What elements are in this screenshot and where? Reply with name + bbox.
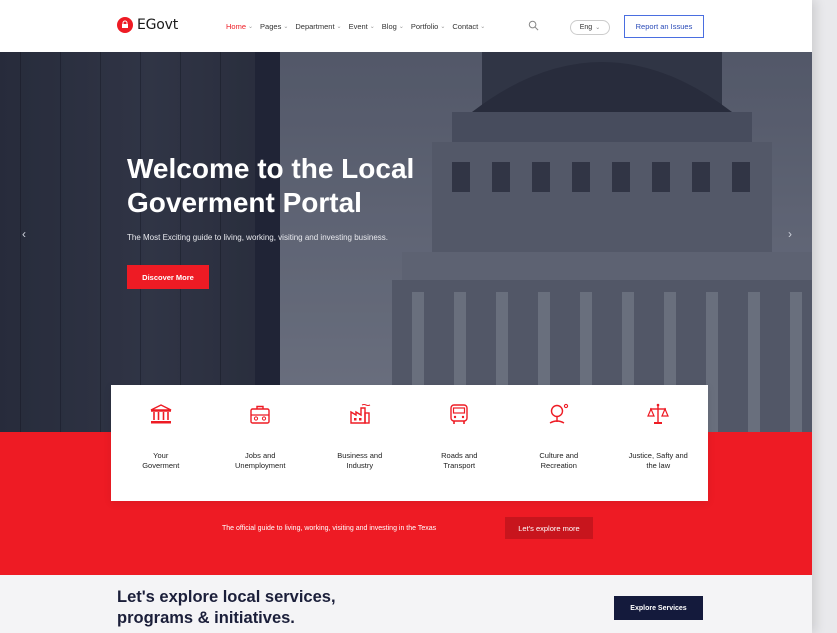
- nav-item-contact[interactable]: Contact ⌄: [452, 22, 485, 31]
- logo[interactable]: EGovt: [117, 17, 178, 33]
- chevron-down-icon: ⌄: [595, 25, 601, 31]
- main-nav: Home ⌄ Pages ⌄ Department ⌄ Event ⌄ Blog ⌄ Po…: [226, 22, 485, 31]
- justice-scale-icon: [647, 403, 670, 424]
- service-label-line: Culture and: [539, 451, 579, 460]
- nav-item-home[interactable]: Home ⌄: [226, 22, 253, 31]
- chevron-left-icon[interactable]: ‹: [22, 227, 26, 241]
- section-title-line: programs & initiatives.: [117, 609, 295, 627]
- service-item-culture[interactable]: Culture and Recreation: [509, 385, 609, 501]
- nav-item-pages[interactable]: Pages ⌄: [260, 22, 288, 31]
- nav-item-event[interactable]: Event ⌄: [349, 22, 375, 31]
- discover-more-button[interactable]: Discover More: [127, 265, 209, 289]
- factory-icon: [350, 404, 370, 424]
- hero-title-line: Welcome to the Local: [127, 153, 415, 184]
- logo-icon: [117, 17, 133, 33]
- section-title: Let's explore local services, programs &…: [117, 587, 377, 629]
- explore-more-button[interactable]: Let's explore more: [505, 517, 593, 539]
- hero-overlay: [0, 52, 812, 432]
- nav-item-department[interactable]: Department ⌄: [295, 22, 341, 31]
- service-item-government[interactable]: Your Goverment: [111, 385, 211, 501]
- chevron-down-icon: ⌄: [369, 24, 375, 30]
- bus-icon: [450, 404, 468, 424]
- service-label: Roads and Transport: [419, 451, 499, 471]
- explore-services-button[interactable]: Explore Services: [614, 596, 703, 620]
- service-label-line: Roads and: [441, 451, 478, 460]
- chevron-down-icon: ⌄: [248, 24, 254, 30]
- service-label-line: Your: [153, 451, 169, 460]
- service-label-line: Goverment: [142, 461, 180, 470]
- service-label-line: Jobs and: [245, 451, 276, 460]
- chevron-down-icon: ⌄: [440, 24, 446, 30]
- briefcase-icon: [250, 405, 270, 424]
- explore-section: Let's explore local services, programs &…: [0, 575, 812, 633]
- search-icon[interactable]: [528, 20, 539, 31]
- language-select[interactable]: Eng ⌄: [570, 20, 610, 35]
- service-label: Culture and Recreation: [519, 451, 599, 471]
- nav-label: Event: [348, 22, 368, 31]
- services-card: Your Goverment Jobs and Unemployment Bus…: [111, 385, 708, 501]
- hero-title: Welcome to the Local Goverment Portal: [127, 152, 467, 220]
- service-label-line: Justice, Safty and: [628, 451, 688, 460]
- nav-label: Pages: [260, 22, 282, 31]
- service-label: Justice, Safty and the law: [618, 451, 698, 471]
- chevron-down-icon: ⌄: [336, 24, 342, 30]
- government-icon: [150, 404, 172, 424]
- service-label-line: Recreation: [540, 461, 577, 470]
- hero-title-line: Goverment Portal: [127, 187, 362, 218]
- logo-text: EGovt: [137, 17, 179, 33]
- culture-icon: [549, 403, 568, 424]
- service-label-line: Business and: [337, 451, 383, 460]
- chevron-down-icon: ⌄: [283, 24, 289, 30]
- service-item-transport[interactable]: Roads and Transport: [410, 385, 510, 501]
- nav-label: Contact: [452, 22, 479, 31]
- band-text: The official guide to living, working, v…: [222, 525, 437, 532]
- nav-label: Department: [295, 22, 335, 31]
- service-label-line: Unemployment: [235, 461, 286, 470]
- nav-item-blog[interactable]: Blog ⌄: [382, 22, 404, 31]
- nav-label: Portfolio: [410, 22, 439, 31]
- chevron-right-icon[interactable]: ›: [788, 227, 792, 241]
- hero-banner: ‹ › Welcome to the Local Goverment Porta…: [0, 52, 812, 432]
- nav-item-portfolio[interactable]: Portfolio ⌄: [411, 22, 446, 31]
- hero-subtitle: The Most Exciting guide to living, worki…: [127, 233, 389, 242]
- chevron-down-icon: ⌄: [480, 24, 486, 30]
- service-label: Business and Industry: [320, 451, 400, 471]
- page: EGovt Home ⌄ Pages ⌄ Department ⌄ Event ⌄ Bl…: [0, 0, 812, 633]
- service-label: Your Goverment: [121, 451, 201, 471]
- service-item-business[interactable]: Business and Industry: [310, 385, 410, 501]
- service-label-line: Transport: [443, 461, 476, 470]
- chevron-down-icon: ⌄: [398, 24, 404, 30]
- service-label: Jobs and Unemployment: [220, 451, 300, 471]
- nav-label: Home: [226, 22, 247, 31]
- section-title-line: Let's explore local services,: [117, 588, 336, 606]
- nav-label: Blog: [381, 22, 397, 31]
- report-issue-button[interactable]: Report an Issues: [624, 15, 704, 38]
- service-label-line: the law: [646, 461, 671, 470]
- service-item-jobs[interactable]: Jobs and Unemployment: [211, 385, 311, 501]
- service-label-line: Industry: [346, 461, 374, 470]
- service-item-justice[interactable]: Justice, Safty and the law: [609, 385, 709, 501]
- language-value: Eng: [579, 24, 593, 31]
- site-header: EGovt Home ⌄ Pages ⌄ Department ⌄ Event ⌄ Bl…: [0, 0, 812, 52]
